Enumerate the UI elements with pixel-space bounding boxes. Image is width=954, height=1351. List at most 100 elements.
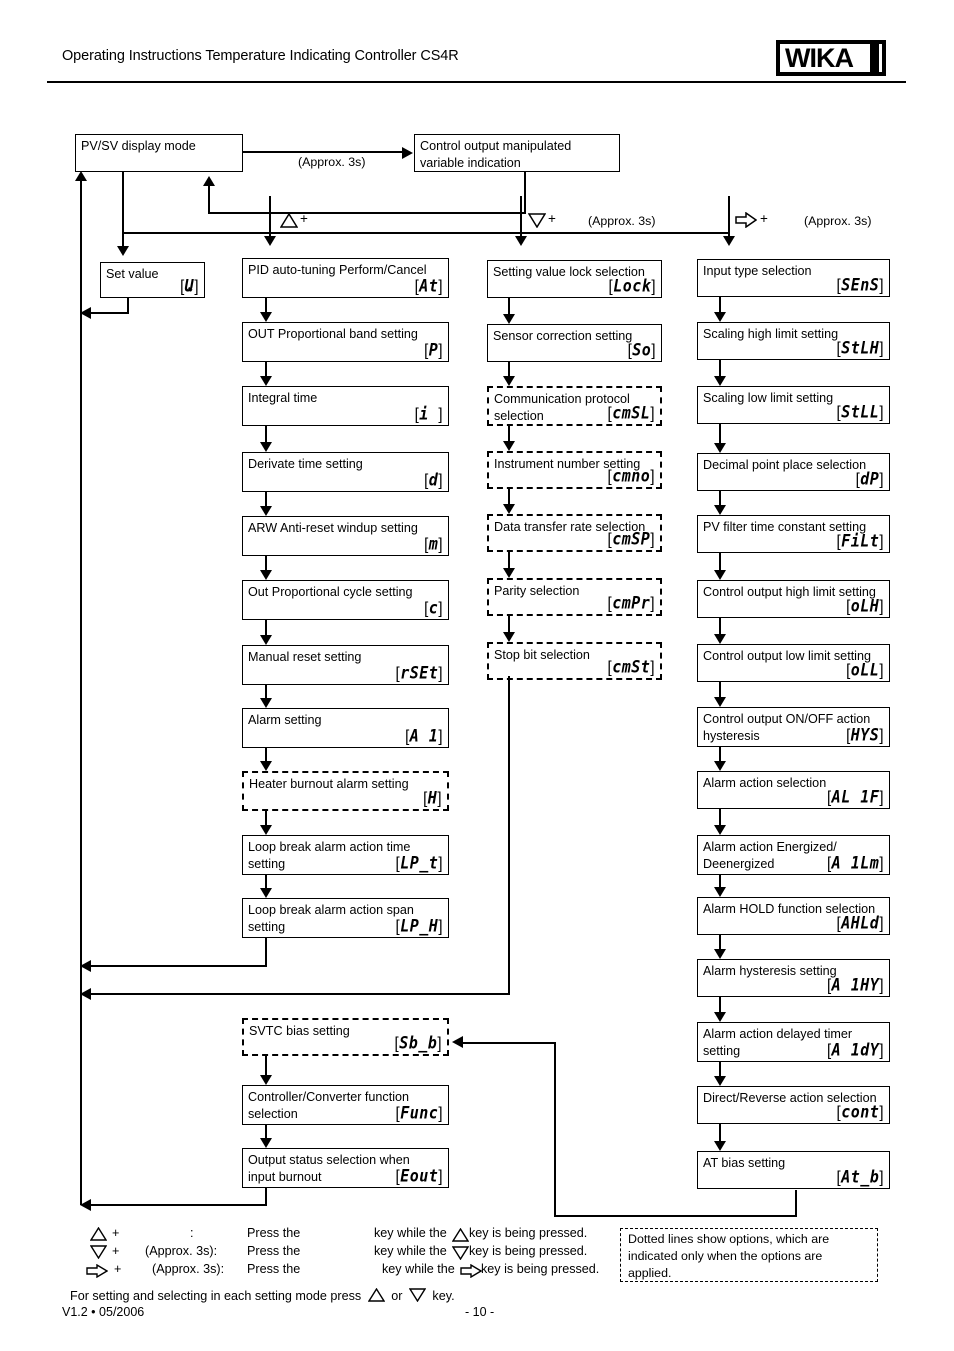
flow-box-control-output-low-limit-setting[interactable]: Control output low limit setting [oLL] — [697, 644, 890, 682]
return-pid-down — [265, 937, 268, 967]
flow-box-pv-filter-time-constant-setting[interactable]: PV filter time constant setting [FiLt] — [697, 515, 890, 553]
connector-vertical — [265, 620, 268, 636]
flow-box-control-output-manipulated[interactable]: Control output manipulated variable indi… — [414, 134, 620, 172]
legend-plus-3: + — [114, 1262, 122, 1276]
flow-box-alarm-action-energized[interactable]: Alarm action Energized/Deenergized [A 1Lm… — [697, 835, 890, 875]
header-divider — [47, 81, 906, 83]
connector-vertical — [719, 553, 722, 571]
arrowhead-down — [260, 570, 273, 580]
flow-box-label-line2: setting — [248, 920, 286, 934]
flow-box-alarm-hold-function-selection[interactable]: Alarm HOLD function selection [AHLd] — [697, 897, 890, 935]
flow-box-set-value[interactable]: Set value [Ա] — [100, 262, 205, 298]
arrowhead-down — [260, 825, 273, 835]
flow-box-code: [Func] — [395, 1102, 443, 1123]
flow-box-decimal-point-place-selection[interactable]: Decimal point place selection [dP] — [697, 453, 890, 491]
flow-box-code: [StLH] — [836, 337, 884, 358]
legend-plus-1: + — [112, 1226, 120, 1240]
flow-box-code: [cmno] — [607, 465, 655, 486]
connector-vertical — [265, 426, 268, 443]
connector-vertical — [508, 362, 511, 377]
connector-vertical — [508, 552, 511, 569]
flow-box-code: [SEnS] — [836, 274, 884, 295]
flow-box-controller-converter-function[interactable]: Controller/Converter function selection [F… — [242, 1085, 449, 1125]
arrowhead-down — [714, 443, 727, 453]
down-triangle-icon — [452, 1246, 469, 1260]
flow-box-control-output-on-off-action[interactable]: Control output ON/OFF action hysteresis [H… — [697, 707, 890, 747]
flow-box-alarm-hysteresis-setting[interactable]: Alarm hysteresis setting [A 1HY] — [697, 959, 890, 997]
connector-vertical — [719, 809, 722, 826]
flow-box-sensor-correction-setting[interactable]: Sensor correction setting [So] — [487, 324, 662, 362]
right-arrow-icon — [735, 212, 757, 228]
arrowhead-down-pid — [264, 236, 276, 246]
connector-vertical — [265, 1125, 268, 1139]
flow-box-scaling-high-limit-setting[interactable]: Scaling high limit setting [StLH] — [697, 322, 890, 360]
flow-box-label: Derivate time setting — [248, 457, 363, 471]
flow-box-code: [Sb_b] — [394, 1032, 442, 1053]
legend-final-b: key. — [432, 1289, 455, 1303]
flow-box-alarm-action-selection[interactable]: Alarm action selection [AL 1F] — [697, 771, 890, 809]
legend-tail-a-1: key while the — [374, 1226, 447, 1240]
flow-box-code: [StLL] — [836, 401, 884, 422]
flow-box-loop-break-alarm-action-span[interactable]: Loop break alarm action span setting [LP_H… — [242, 898, 449, 938]
arrowhead-down — [260, 1138, 273, 1148]
connector-ctrlout-left — [208, 212, 526, 215]
legend-press-3: Press the — [247, 1262, 301, 1276]
arrowhead-down — [714, 1076, 727, 1086]
flow-box-direct-reverse-action-selection[interactable]: Direct/Reverse action selection [cont] — [697, 1086, 890, 1124]
down-triangle-icon — [528, 213, 546, 228]
flow-box-alarm-action-delayed-timer[interactable]: Alarm action delayed timer setting [A 1dY] — [697, 1022, 890, 1062]
flow-box-out-proportional-band-setting[interactable]: OUT Proportional band setting [P] — [242, 322, 449, 362]
flow-box-data-transfer-rate-selection[interactable]: Data transfer rate selection [cmSP] — [487, 514, 662, 552]
flow-box-communication-protocol[interactable]: Communication protocol selection [cmSL] — [487, 386, 662, 426]
flow-box-output-status-selection-when[interactable]: Output status selection when input burnou… — [242, 1148, 449, 1188]
flow-box-parity-selection[interactable]: Parity selection [cmPr] — [487, 578, 662, 616]
flow-box-integral-time[interactable]: Integral time [i ] — [242, 386, 449, 426]
flow-box-scaling-low-limit-setting[interactable]: Scaling low limit setting [StLL] — [697, 386, 890, 424]
connector-vertical — [719, 682, 722, 698]
flow-box-out-proportional-cycle-setting[interactable]: Out Proportional cycle setting [c] — [242, 580, 449, 620]
flow-box-code: [c] — [424, 597, 443, 618]
flow-box-at-bias-setting[interactable]: AT bias setting [At_b] — [697, 1151, 890, 1189]
flow-box-derivate-time-setting[interactable]: Derivate time setting [d] — [242, 452, 449, 492]
flow-box-alarm-setting[interactable]: Alarm setting [A 1] — [242, 708, 449, 748]
arrowhead-down — [260, 506, 273, 516]
legend-mid-3: (Approx. 3s): — [152, 1262, 225, 1276]
connector-vertical — [719, 1062, 722, 1077]
flow-box-heater-burnout-alarm-setting[interactable]: Heater burnout alarm setting [H] — [242, 771, 449, 811]
connector-vertical — [719, 360, 722, 377]
arrowhead-down — [714, 312, 727, 322]
connector-ctrlout-up — [208, 185, 211, 214]
flow-box-input-type-selection[interactable]: Input type selection [SEnS] — [697, 259, 890, 297]
flow-box-arw-anti-reset-windup-setting[interactable]: ARW Anti-reset windup setting [m] — [242, 516, 449, 556]
flow-box-svtc-bias-setting[interactable]: SVTC bias setting [Sb_b] — [242, 1018, 449, 1056]
arrowhead-down — [260, 635, 273, 645]
flow-box-manual-reset-setting[interactable]: Manual reset setting [rSEt] — [242, 645, 449, 685]
flow-box-label-line2: selection — [494, 409, 544, 423]
flow-box-loop-break-alarm-action-time[interactable]: Loop break alarm action time setting [LP_t… — [242, 835, 449, 875]
arrowhead-down — [260, 312, 273, 322]
flow-box-stop-bit-selection[interactable]: Stop bit selection [cmSt] — [487, 642, 662, 680]
connector-vertical — [719, 297, 722, 313]
return-comm-left — [82, 993, 510, 996]
arrowhead-down — [714, 634, 727, 644]
flow-box-code: [cmSP] — [607, 528, 655, 549]
flow-box-instrument-number-setting[interactable]: Instrument number setting [cmno] — [487, 451, 662, 489]
legend-tail-b-2: key is being pressed. — [469, 1244, 588, 1258]
arrowhead-down — [503, 504, 516, 514]
connector-vertical — [508, 616, 511, 633]
legend-tail-a-2: key while the — [374, 1244, 447, 1258]
flow-box-setting-value-lock-selection[interactable]: Setting value lock selection [Lock] — [487, 260, 662, 298]
flow-box-label-line2: selection — [248, 1107, 298, 1121]
connector-vertical — [265, 298, 268, 313]
legend-press-1: Press the — [247, 1226, 301, 1240]
flow-box-pv-sv-display-mode[interactable]: PV/SV display mode — [75, 134, 243, 172]
arrowhead-right — [402, 146, 413, 159]
flow-box-control-output-high-limit-setting[interactable]: Control output high limit setting [oLH] — [697, 580, 890, 618]
arrowhead-down — [714, 697, 727, 707]
arrowhead-down — [260, 761, 273, 771]
flow-box-code: [Ա] — [180, 275, 199, 296]
arrowhead-down — [714, 1012, 727, 1022]
connector-vertical — [265, 362, 268, 377]
branch-drop-comm — [520, 196, 523, 238]
flow-box-pid-auto-tuning-perform-cancel[interactable]: PID auto-tuning Perform/Cancel [At] — [242, 258, 449, 298]
